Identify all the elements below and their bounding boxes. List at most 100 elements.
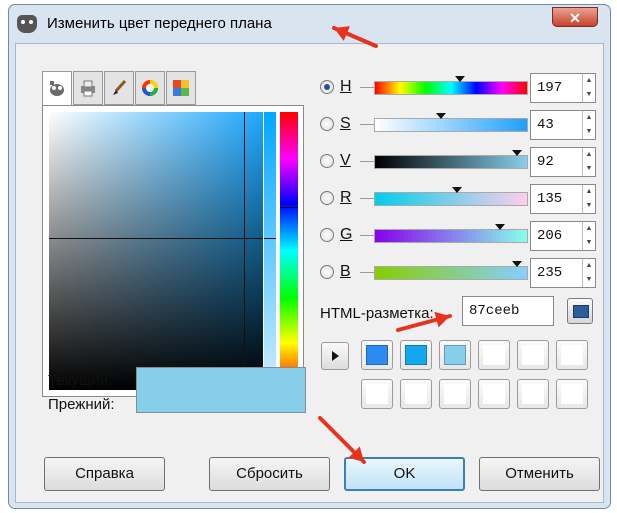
cancel-button[interactable]: Отменить [479, 457, 600, 491]
history-swatch[interactable] [439, 379, 471, 409]
spin-h[interactable]: 197 ▲ ▼ [530, 73, 596, 103]
tab-cmyk-selector[interactable] [73, 71, 103, 105]
history-swatch-fill [366, 345, 388, 365]
history-swatch-fill [561, 345, 583, 365]
slider-connector [360, 124, 374, 125]
spin-arrows[interactable]: ▲ ▼ [582, 222, 595, 250]
spin-g[interactable]: 206 ▲ ▼ [530, 221, 596, 251]
spin-value[interactable]: 197 [537, 80, 562, 96]
history-swatch-fill [522, 384, 544, 404]
spin-down-icon[interactable]: ▼ [583, 236, 595, 250]
color-picker-button[interactable] [567, 298, 593, 324]
html-notation-input[interactable]: 87ceeb [462, 296, 554, 326]
slider-track-v[interactable] [374, 150, 528, 169]
history-swatch[interactable] [556, 379, 588, 409]
history-swatch[interactable] [517, 379, 549, 409]
radio-g[interactable] [320, 228, 334, 242]
slider-thumb[interactable] [451, 187, 462, 193]
value-strip-marker [264, 238, 276, 239]
spin-arrows[interactable]: ▲ ▼ [582, 148, 595, 176]
radio-v[interactable] [320, 154, 334, 168]
slider-label-b: B [340, 263, 351, 280]
spin-value[interactable]: 135 [537, 191, 562, 207]
help-button[interactable]: Справка [44, 457, 165, 491]
spin-arrows[interactable]: ▲ ▼ [582, 111, 595, 139]
slider-label-v: V [340, 152, 351, 169]
spin-down-icon[interactable]: ▼ [583, 273, 595, 287]
tab-watercolor-selector[interactable] [104, 71, 134, 105]
reset-button[interactable]: Сбросить [209, 457, 330, 491]
slider-thumb[interactable] [454, 76, 465, 82]
history-swatch[interactable] [439, 340, 471, 370]
slider-thumb[interactable] [494, 224, 505, 230]
hue-strip-marker [280, 207, 298, 208]
radio-h[interactable] [320, 80, 334, 94]
slider-track-r[interactable] [374, 187, 528, 206]
tab-palette-selector[interactable] [166, 71, 196, 105]
spin-arrows[interactable]: ▲ ▼ [582, 74, 595, 102]
spin-up-icon[interactable]: ▲ [583, 222, 595, 236]
history-swatch[interactable] [556, 340, 588, 370]
radio-s[interactable] [320, 117, 334, 131]
ok-button[interactable]: OK [344, 457, 465, 491]
history-swatch-fill [405, 345, 427, 365]
spin-s[interactable]: 43 ▲ ▼ [530, 110, 596, 140]
hue-strip[interactable] [280, 112, 298, 390]
spin-b[interactable]: 235 ▲ ▼ [530, 258, 596, 288]
eyedropper-icon [573, 305, 589, 318]
radio-b[interactable] [320, 265, 334, 279]
history-swatch[interactable] [478, 379, 510, 409]
slider-label-h: H [340, 78, 352, 95]
history-swatch[interactable] [517, 340, 549, 370]
slider-track-b[interactable] [374, 261, 528, 280]
spin-arrows[interactable]: ▲ ▼ [582, 185, 595, 213]
close-button[interactable]: ✕ [552, 7, 598, 27]
spin-v[interactable]: 92 ▲ ▼ [530, 147, 596, 177]
spin-up-icon[interactable]: ▲ [583, 111, 595, 125]
dialog-body: H 197 ▲ ▼ S 43 ▲ ▼ V 92 ▲ ▼ R 135 ▲ ▼ G 206 ▲ ▼ B 235 ▲ ▼ HTML-… [15, 43, 604, 503]
value-strip[interactable] [264, 112, 276, 390]
slider-thumb[interactable] [436, 113, 447, 119]
add-to-history-button[interactable] [321, 342, 349, 370]
slider-track-g[interactable] [374, 224, 528, 243]
spin-up-icon[interactable]: ▲ [583, 148, 595, 162]
old-color-swatch[interactable] [137, 390, 305, 412]
spin-down-icon[interactable]: ▼ [583, 162, 595, 176]
spin-down-icon[interactable]: ▼ [583, 199, 595, 213]
spin-value[interactable]: 43 [537, 117, 554, 133]
spin-up-icon[interactable]: ▲ [583, 185, 595, 199]
brush-icon [113, 79, 127, 95]
slider-track-s[interactable] [374, 113, 528, 132]
history-swatch[interactable] [361, 340, 393, 370]
spin-down-icon[interactable]: ▼ [583, 125, 595, 139]
tab-wheel-selector[interactable] [135, 71, 165, 105]
spin-value[interactable]: 206 [537, 228, 562, 244]
tab-gimp-selector[interactable] [42, 71, 72, 107]
spin-r[interactable]: 135 ▲ ▼ [530, 184, 596, 214]
slider-connector [360, 161, 374, 162]
spin-up-icon[interactable]: ▲ [583, 74, 595, 88]
spin-up-icon[interactable]: ▲ [583, 259, 595, 273]
radio-r[interactable] [320, 191, 334, 205]
history-swatch[interactable] [400, 340, 432, 370]
slider-thumb[interactable] [511, 261, 522, 267]
spin-down-icon[interactable]: ▼ [583, 88, 595, 102]
slider-row-g: G 206 ▲ ▼ [320, 221, 610, 251]
spin-arrows[interactable]: ▲ ▼ [582, 259, 595, 287]
current-old-swatch [136, 367, 306, 413]
color-dialog: Изменить цвет переднего плана ✕ H 197 ▲ … [8, 4, 611, 509]
history-swatch[interactable] [361, 379, 393, 409]
slider-label-s: S [340, 115, 351, 132]
printer-icon [81, 80, 95, 97]
spin-value[interactable]: 235 [537, 265, 562, 281]
slider-connector [360, 235, 374, 236]
spin-value[interactable]: 92 [537, 154, 554, 170]
slider-thumb[interactable] [511, 150, 522, 156]
title-bar[interactable]: Изменить цвет переднего плана ✕ [9, 5, 610, 45]
history-swatch[interactable] [478, 340, 510, 370]
slider-label-g: G [340, 226, 353, 243]
slider-track-h[interactable] [374, 76, 528, 95]
saturation-value-square[interactable] [49, 112, 263, 390]
history-swatch-fill [561, 384, 583, 404]
history-swatch[interactable] [400, 379, 432, 409]
